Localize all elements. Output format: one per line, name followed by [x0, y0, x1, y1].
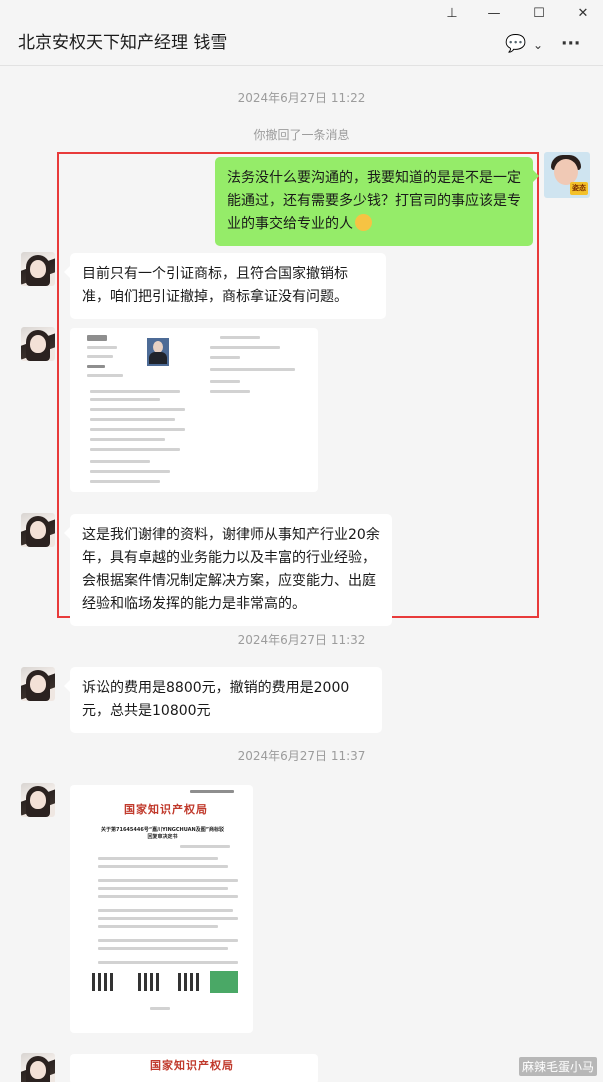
- message-text: 目前只有一个引证商标，且符合国家撤销标准，咱们把引证撤掉，商标拿证没有问题。: [82, 266, 348, 305]
- message-text: 这是我们谢律的资料，谢律师从事知产行业20余年，具有卓越的业务能力以及丰富的行业…: [82, 527, 380, 612]
- their-message-bubble[interactable]: 诉讼的费用是8800元，撤销的费用是2000元，总共是10800元: [64, 667, 382, 733]
- contact-avatar[interactable]: [21, 1053, 55, 1082]
- recall-notice: 你撤回了一条消息: [253, 128, 350, 142]
- timestamp: 2024年6月27日 11:37: [237, 749, 366, 763]
- document-subtitle: 关于第71645446号“嘉川YINGCHUAN及图”商标驳回复审决定书: [101, 827, 224, 840]
- chevron-down-icon[interactable]: ⌄: [533, 38, 543, 52]
- message-text: 法务没什么要沟通的，我要知道的是是不是一定能通过，还有需要多少钱？打官司的事应该…: [227, 170, 521, 232]
- my-avatar[interactable]: 姿态: [544, 152, 590, 198]
- trademark-image: [92, 973, 116, 991]
- their-message-bubble[interactable]: 这是我们谢律的资料，谢律师从事知产行业20余年，具有卓越的业务能力以及丰富的行业…: [64, 514, 392, 626]
- contact-avatar[interactable]: [21, 667, 55, 701]
- document-title: 国家知识产权局: [124, 803, 208, 816]
- close-icon[interactable]: ✕: [571, 4, 595, 24]
- their-message-bubble[interactable]: 目前只有一个引证商标，且符合国家撤销标准，咱们把引证撤掉，商标拿证没有问题。: [64, 253, 386, 319]
- document-title: 国家知识产权局: [150, 1059, 234, 1072]
- pin-icon[interactable]: ⊥: [440, 4, 464, 24]
- document-image[interactable]: 国家知识产权局: [70, 1054, 318, 1082]
- contact-avatar[interactable]: [21, 513, 55, 547]
- message-text: 诉讼的费用是8800元，撤销的费用是2000元，总共是10800元: [82, 680, 350, 719]
- trademark-image: [138, 973, 162, 991]
- chat-title: 北京安权天下知产经理 钱雪: [18, 33, 228, 53]
- contact-avatar[interactable]: [21, 783, 55, 817]
- more-icon[interactable]: ···: [561, 34, 580, 54]
- lawyer-profile-image[interactable]: [70, 328, 318, 492]
- chat-info-icon[interactable]: 💬: [505, 34, 526, 54]
- minimize-icon[interactable]: —: [482, 4, 506, 24]
- maximize-icon[interactable]: ☐: [527, 4, 551, 24]
- timestamp: 2024年6月27日 11:32: [237, 633, 366, 647]
- watermark: 麻辣毛蛋小马: [518, 1057, 597, 1076]
- contact-avatar[interactable]: [21, 327, 55, 361]
- timestamp: 2024年6月27日 11:22: [237, 91, 366, 105]
- title-bar: ⊥ — ☐ ✕ 北京安权天下知产经理 钱雪 💬 ⌄ ···: [0, 0, 603, 66]
- my-message-bubble[interactable]: 法务没什么要沟通的，我要知道的是是不是一定能通过，还有需要多少钱？打官司的事应该…: [215, 157, 539, 246]
- trademark-image: [210, 971, 238, 993]
- contact-avatar[interactable]: [21, 252, 55, 286]
- thinking-emoji-icon: [355, 214, 372, 231]
- trademark-image: [178, 973, 202, 991]
- decision-document-image[interactable]: 国家知识产权局 关于第71645446号“嘉川YINGCHUAN及图”商标驳回复…: [70, 785, 253, 1033]
